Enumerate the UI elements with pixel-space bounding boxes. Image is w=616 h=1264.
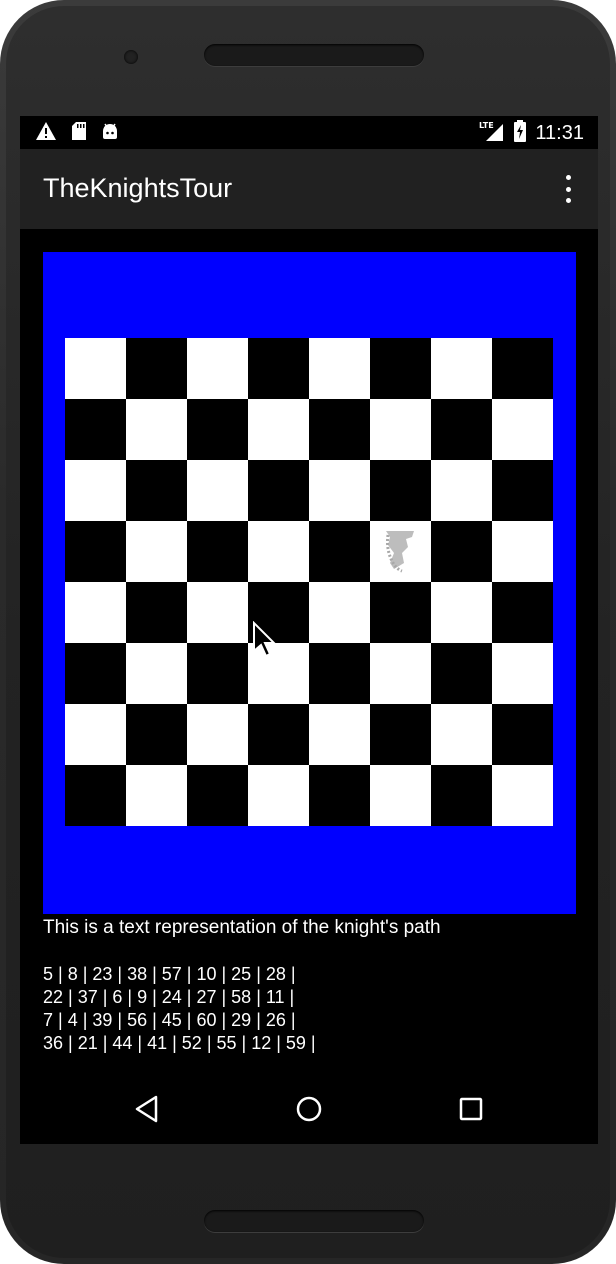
board-square[interactable] bbox=[65, 582, 126, 643]
main-content: This is a text representation of the kni… bbox=[20, 229, 598, 1074]
app-title: TheKnightsTour bbox=[43, 173, 233, 203]
board-square[interactable] bbox=[309, 704, 370, 765]
status-clock: 11:31 bbox=[535, 121, 584, 144]
path-caption: This is a text representation of the kni… bbox=[43, 917, 441, 938]
board-square[interactable] bbox=[492, 399, 553, 460]
board-square[interactable] bbox=[492, 521, 553, 582]
mouse-cursor-icon bbox=[252, 620, 278, 663]
status-bar: LTE 11:31 bbox=[20, 116, 598, 149]
board-square[interactable] bbox=[65, 704, 126, 765]
front-camera bbox=[124, 50, 138, 64]
back-icon[interactable] bbox=[132, 1094, 162, 1124]
board-square[interactable] bbox=[248, 399, 309, 460]
sd-card-icon bbox=[71, 121, 87, 145]
board-square[interactable] bbox=[309, 582, 370, 643]
board-square[interactable] bbox=[126, 582, 187, 643]
board-square[interactable] bbox=[187, 765, 248, 826]
svg-text:LTE: LTE bbox=[479, 121, 494, 130]
board-square[interactable] bbox=[187, 704, 248, 765]
navigation-bar bbox=[20, 1074, 598, 1144]
board-square[interactable] bbox=[492, 582, 553, 643]
board-square[interactable] bbox=[492, 460, 553, 521]
board-square[interactable] bbox=[65, 399, 126, 460]
chess-board[interactable] bbox=[65, 338, 553, 826]
board-square[interactable] bbox=[248, 460, 309, 521]
board-square[interactable] bbox=[126, 765, 187, 826]
board-square[interactable] bbox=[492, 643, 553, 704]
board-square[interactable] bbox=[187, 399, 248, 460]
board-square[interactable] bbox=[126, 460, 187, 521]
board-square[interactable] bbox=[370, 521, 431, 582]
board-square[interactable] bbox=[248, 704, 309, 765]
board-square[interactable] bbox=[65, 765, 126, 826]
board-square[interactable] bbox=[187, 521, 248, 582]
board-square[interactable] bbox=[370, 765, 431, 826]
board-square[interactable] bbox=[492, 765, 553, 826]
board-square[interactable] bbox=[309, 765, 370, 826]
top-speaker bbox=[204, 44, 424, 66]
path-row-1: 5 | 8 | 23 | 38 | 57 | 10 | 25 | 28 | bbox=[43, 964, 296, 984]
overflow-menu-icon[interactable] bbox=[558, 175, 578, 203]
board-square[interactable] bbox=[65, 338, 126, 399]
board-square[interactable] bbox=[431, 643, 492, 704]
app-toolbar: TheKnightsTour bbox=[20, 149, 598, 229]
board-square[interactable] bbox=[65, 460, 126, 521]
board-square[interactable] bbox=[370, 399, 431, 460]
recents-icon[interactable] bbox=[456, 1094, 486, 1124]
board-square[interactable] bbox=[492, 338, 553, 399]
path-text: 5 | 8 | 23 | 38 | 57 | 10 | 25 | 28 | 22… bbox=[43, 963, 316, 1055]
board-frame bbox=[43, 252, 576, 914]
board-square[interactable] bbox=[187, 338, 248, 399]
bottom-speaker bbox=[204, 1210, 424, 1232]
board-square[interactable] bbox=[65, 643, 126, 704]
knight-piece-icon[interactable] bbox=[382, 527, 418, 579]
board-square[interactable] bbox=[431, 704, 492, 765]
board-square[interactable] bbox=[431, 765, 492, 826]
board-square[interactable] bbox=[309, 521, 370, 582]
board-square[interactable] bbox=[370, 460, 431, 521]
board-square[interactable] bbox=[431, 582, 492, 643]
board-square[interactable] bbox=[309, 643, 370, 704]
path-row-4: 36 | 21 | 44 | 41 | 52 | 55 | 12 | 59 | bbox=[43, 1033, 316, 1053]
device-screen: LTE 11:31 TheKnightsTour This is a text … bbox=[20, 116, 598, 1144]
board-square[interactable] bbox=[187, 582, 248, 643]
board-square[interactable] bbox=[309, 460, 370, 521]
board-square[interactable] bbox=[248, 765, 309, 826]
path-row-3: 7 | 4 | 39 | 56 | 45 | 60 | 29 | 26 | bbox=[43, 1010, 296, 1030]
board-square[interactable] bbox=[492, 704, 553, 765]
board-square[interactable] bbox=[309, 338, 370, 399]
lte-signal-icon: LTE bbox=[479, 120, 505, 146]
board-square[interactable] bbox=[126, 521, 187, 582]
warning-icon bbox=[35, 121, 57, 145]
battery-charging-icon bbox=[513, 120, 527, 146]
board-square[interactable] bbox=[126, 704, 187, 765]
board-square[interactable] bbox=[370, 704, 431, 765]
android-icon bbox=[101, 121, 119, 145]
board-square[interactable] bbox=[126, 338, 187, 399]
board-square[interactable] bbox=[309, 399, 370, 460]
home-icon[interactable] bbox=[294, 1094, 324, 1124]
board-square[interactable] bbox=[187, 643, 248, 704]
board-square[interactable] bbox=[431, 338, 492, 399]
board-square[interactable] bbox=[431, 521, 492, 582]
board-square[interactable] bbox=[370, 582, 431, 643]
board-square[interactable] bbox=[248, 521, 309, 582]
board-square[interactable] bbox=[370, 338, 431, 399]
board-square[interactable] bbox=[370, 643, 431, 704]
board-square[interactable] bbox=[431, 460, 492, 521]
board-square[interactable] bbox=[187, 460, 248, 521]
board-square[interactable] bbox=[126, 399, 187, 460]
board-square[interactable] bbox=[65, 521, 126, 582]
path-row-2: 22 | 37 | 6 | 9 | 24 | 27 | 58 | 11 | bbox=[43, 987, 295, 1007]
board-square[interactable] bbox=[248, 338, 309, 399]
board-square[interactable] bbox=[431, 399, 492, 460]
board-square[interactable] bbox=[126, 643, 187, 704]
